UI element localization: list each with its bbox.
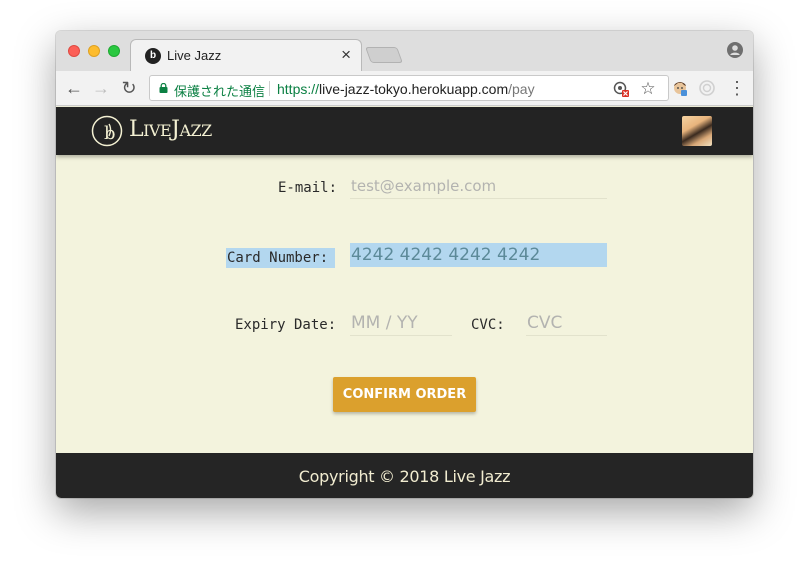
lock-icon [159,83,168,93]
card-number-input[interactable] [350,243,607,267]
close-window-icon[interactable] [68,45,80,57]
profile-icon[interactable] [727,42,743,58]
cvc-label: CVC: [471,317,505,333]
minimize-window-icon[interactable] [88,45,100,57]
logo-azz: AZZ [179,121,213,140]
email-label: E-mail: [278,180,338,196]
tab-live-jazz[interactable]: b Live Jazz × [130,39,362,71]
browser-window: b Live Jazz × ← → ↻ 保護された通信 https://live… [56,31,753,498]
extension-avatar-icon[interactable] [671,79,689,97]
page-content: b LIVEJAZZ E-mail: Card Number: Expiry D… [56,107,753,498]
tab-close-icon[interactable]: × [341,45,351,65]
url-host: live-jazz-tokyo.herokuapp.com [319,81,509,97]
logo-j: J [171,117,180,142]
user-avatar[interactable] [682,116,712,146]
confirm-order-button[interactable]: CONFIRM ORDER [333,377,476,412]
site-logo-text[interactable]: LIVEJAZZ [129,117,212,142]
browser-toolbar: ← → ↻ 保護された通信 https://live-jazz-tokyo.he… [56,71,753,106]
card-number-label: Card Number: [226,248,336,268]
url-text[interactable]: https://live-jazz-tokyo.herokuapp.com/pa… [277,81,535,97]
secure-connection-label[interactable]: 保護された通信 [174,81,265,100]
favicon-icon: b [145,48,161,64]
saxophone-logo-icon[interactable]: b [91,115,123,147]
tab-strip: b Live Jazz × [56,31,753,71]
browser-menu-icon[interactable]: ⋮ [728,77,746,99]
translate-icon[interactable] [612,80,630,98]
expiry-date-input[interactable] [350,311,452,336]
omnibox-divider [269,81,270,96]
copyright-text: Copyright © 2018 Live Jazz [298,467,511,486]
logo-ive: IVE [143,121,172,140]
url-path: /pay [508,81,535,97]
url-scheme: https:// [277,81,320,97]
tab-title: Live Jazz [167,48,222,63]
email-input[interactable] [350,174,607,199]
cvc-input[interactable] [526,311,607,336]
site-footer: Copyright © 2018 Live Jazz [56,453,753,498]
reload-button[interactable]: ↻ [118,77,140,99]
back-button[interactable]: ← [63,77,85,99]
logo-l: L [129,117,144,142]
maximize-window-icon[interactable] [108,45,120,57]
forward-button[interactable]: → [90,77,112,99]
extension-disabled-icon[interactable] [698,79,716,97]
site-header: b LIVEJAZZ [56,107,753,155]
expiry-date-label: Expiry Date: [235,317,337,333]
address-bar[interactable]: 保護された通信 https://live-jazz-tokyo.herokuap… [149,75,669,101]
new-tab-button[interactable] [365,47,403,63]
bookmark-star-icon[interactable]: ☆ [639,80,657,98]
